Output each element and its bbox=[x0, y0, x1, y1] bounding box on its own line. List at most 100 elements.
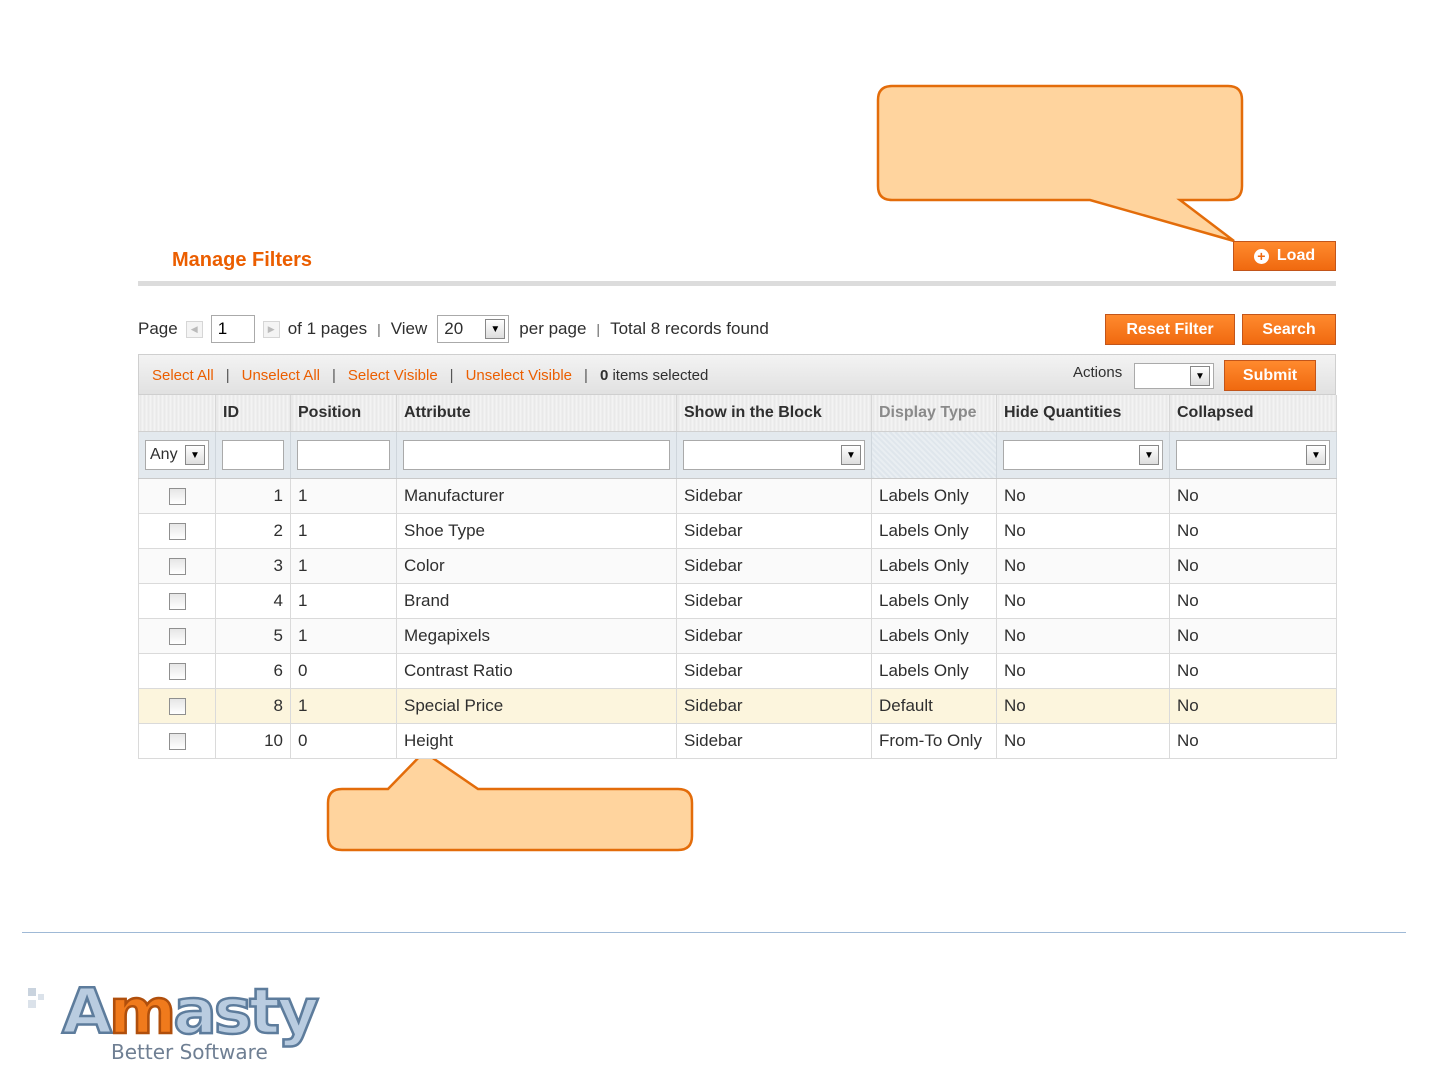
cell-position: 1 bbox=[290, 513, 397, 549]
position-filter-input[interactable] bbox=[297, 440, 390, 470]
select-all-link[interactable]: Select All bbox=[152, 367, 214, 384]
filter-block-cell: ▼ bbox=[676, 431, 872, 479]
row-checkbox-cell bbox=[138, 513, 216, 549]
cell-attribute: Color bbox=[396, 548, 677, 584]
cell-show-in-block: Sidebar bbox=[676, 688, 872, 724]
table-row[interactable]: 6 0 Contrast Ratio Sidebar Labels Only N… bbox=[138, 653, 1337, 689]
cell-display-type: Labels Only bbox=[871, 478, 997, 514]
table-row[interactable]: 4 1 Brand Sidebar Labels Only No No bbox=[138, 583, 1337, 619]
row-checkbox-cell bbox=[138, 583, 216, 619]
actions-select[interactable]: ▼ bbox=[1134, 363, 1214, 389]
cell-collapsed: No bbox=[1169, 618, 1337, 654]
row-checkbox-cell bbox=[138, 548, 216, 584]
separator: | bbox=[225, 367, 230, 384]
separator: | bbox=[331, 367, 336, 384]
row-checkbox[interactable] bbox=[168, 697, 186, 715]
row-checkbox[interactable] bbox=[168, 522, 186, 540]
any-filter-select[interactable]: Any ▼ bbox=[145, 440, 209, 470]
load-button[interactable]: + Load bbox=[1233, 241, 1336, 271]
reset-filter-button[interactable]: Reset Filter bbox=[1105, 314, 1235, 345]
pager: Page ◀ ▶ of 1 pages | View 20 ▼ per page… bbox=[138, 314, 769, 344]
cell-position: 1 bbox=[290, 583, 397, 619]
table-row[interactable]: 2 1 Shoe Type Sidebar Labels Only No No bbox=[138, 513, 1337, 549]
column-header-hide-quantities[interactable]: Hide Quantities bbox=[996, 395, 1170, 432]
attribute-filter-input[interactable] bbox=[403, 440, 670, 470]
svg-text:Amasty: Amasty bbox=[62, 975, 319, 1048]
cell-collapsed: No bbox=[1169, 513, 1337, 549]
unselect-all-link[interactable]: Unselect All bbox=[242, 367, 320, 384]
row-checkbox[interactable] bbox=[168, 662, 186, 680]
filter-collapsed-cell: ▼ bbox=[1169, 431, 1337, 479]
row-checkbox[interactable] bbox=[168, 627, 186, 645]
cell-hide-quantities: No bbox=[996, 688, 1170, 724]
cell-position: 0 bbox=[290, 653, 397, 689]
filter-id-cell bbox=[215, 431, 291, 479]
column-header-position[interactable]: Position bbox=[290, 395, 397, 432]
plus-circle-icon: + bbox=[1253, 248, 1269, 264]
row-checkbox-cell bbox=[138, 478, 216, 514]
select-visible-link[interactable]: Select Visible bbox=[348, 367, 438, 384]
cell-attribute: Shoe Type bbox=[396, 513, 677, 549]
cell-id: 3 bbox=[215, 548, 291, 584]
column-header-attribute[interactable]: Attribute bbox=[396, 395, 677, 432]
cell-show-in-block: Sidebar bbox=[676, 653, 872, 689]
submit-button[interactable]: Submit bbox=[1224, 360, 1316, 391]
search-button[interactable]: Search bbox=[1242, 314, 1336, 345]
header-row: ID Position Attribute Show in the Block … bbox=[138, 395, 1337, 432]
massaction-bar: Select All | Unselect All | Select Visib… bbox=[138, 354, 1336, 395]
row-checkbox[interactable] bbox=[168, 732, 186, 750]
column-header-collapsed[interactable]: Collapsed bbox=[1169, 395, 1337, 432]
table-row[interactable]: 3 1 Color Sidebar Labels Only No No bbox=[138, 548, 1337, 584]
actions-label: Actions bbox=[1073, 364, 1123, 381]
show-in-block-filter-select[interactable]: ▼ bbox=[683, 440, 865, 470]
load-button-label: Load bbox=[1276, 247, 1316, 264]
table-row[interactable]: 5 1 Megapixels Sidebar Labels Only No No bbox=[138, 618, 1337, 654]
page-title: Manage Filters bbox=[172, 249, 313, 271]
cell-attribute: Height bbox=[396, 723, 677, 759]
column-header-id[interactable]: ID bbox=[215, 395, 291, 432]
hide-quantities-filter-select[interactable]: ▼ bbox=[1003, 440, 1163, 470]
row-checkbox[interactable] bbox=[168, 487, 186, 505]
per-page-select[interactable]: 20 ▼ bbox=[437, 315, 510, 343]
unselect-visible-link[interactable]: Unselect Visible bbox=[466, 367, 572, 384]
chevron-down-icon: ▼ bbox=[841, 445, 861, 465]
cell-display-type: Labels Only bbox=[871, 513, 997, 549]
cell-id: 6 bbox=[215, 653, 291, 689]
table-row[interactable]: 10 0 Height Sidebar From-To Only No No bbox=[138, 723, 1337, 759]
filter-attribute-cell bbox=[396, 431, 677, 479]
collapsed-filter-select[interactable]: ▼ bbox=[1176, 440, 1330, 470]
column-header-show-in-block[interactable]: Show in the Block bbox=[676, 395, 872, 432]
next-page-icon[interactable]: ▶ bbox=[262, 320, 280, 338]
cell-hide-quantities: No bbox=[996, 653, 1170, 689]
logo-tagline: Better Software bbox=[111, 1040, 268, 1064]
separator: | bbox=[377, 321, 381, 337]
cell-show-in-block: Sidebar bbox=[676, 583, 872, 619]
filters-grid: ID Position Attribute Show in the Block … bbox=[138, 395, 1337, 759]
page-number-input[interactable] bbox=[210, 315, 255, 343]
id-filter-input[interactable] bbox=[222, 440, 284, 470]
selected-count-suffix: items selected bbox=[612, 367, 709, 384]
cell-hide-quantities: No bbox=[996, 583, 1170, 619]
row-checkbox-cell bbox=[138, 653, 216, 689]
table-row[interactable]: 8 1 Special Price Sidebar Default No No bbox=[138, 688, 1337, 724]
separator: | bbox=[449, 367, 454, 384]
cell-collapsed: No bbox=[1169, 583, 1337, 619]
footer-divider bbox=[22, 932, 1406, 933]
filter-position-cell bbox=[290, 431, 397, 479]
row-checkbox[interactable] bbox=[168, 557, 186, 575]
row-checkbox[interactable] bbox=[168, 592, 186, 610]
row-checkbox-cell bbox=[138, 688, 216, 724]
cell-collapsed: No bbox=[1169, 478, 1337, 514]
filter-select-cell: Any ▼ bbox=[138, 431, 216, 479]
per-page-value: 20 bbox=[444, 319, 464, 338]
cell-hide-quantities: No bbox=[996, 723, 1170, 759]
cell-id: 4 bbox=[215, 583, 291, 619]
cell-show-in-block: Sidebar bbox=[676, 478, 872, 514]
selected-count: 0 items selected bbox=[600, 367, 708, 384]
previous-page-icon[interactable]: ◀ bbox=[185, 320, 203, 338]
cell-collapsed: No bbox=[1169, 723, 1337, 759]
cell-attribute: Megapixels bbox=[396, 618, 677, 654]
of-pages-text: of 1 pages bbox=[287, 319, 368, 338]
cell-attribute: Manufacturer bbox=[396, 478, 677, 514]
table-row[interactable]: 1 1 Manufacturer Sidebar Labels Only No … bbox=[138, 478, 1337, 514]
